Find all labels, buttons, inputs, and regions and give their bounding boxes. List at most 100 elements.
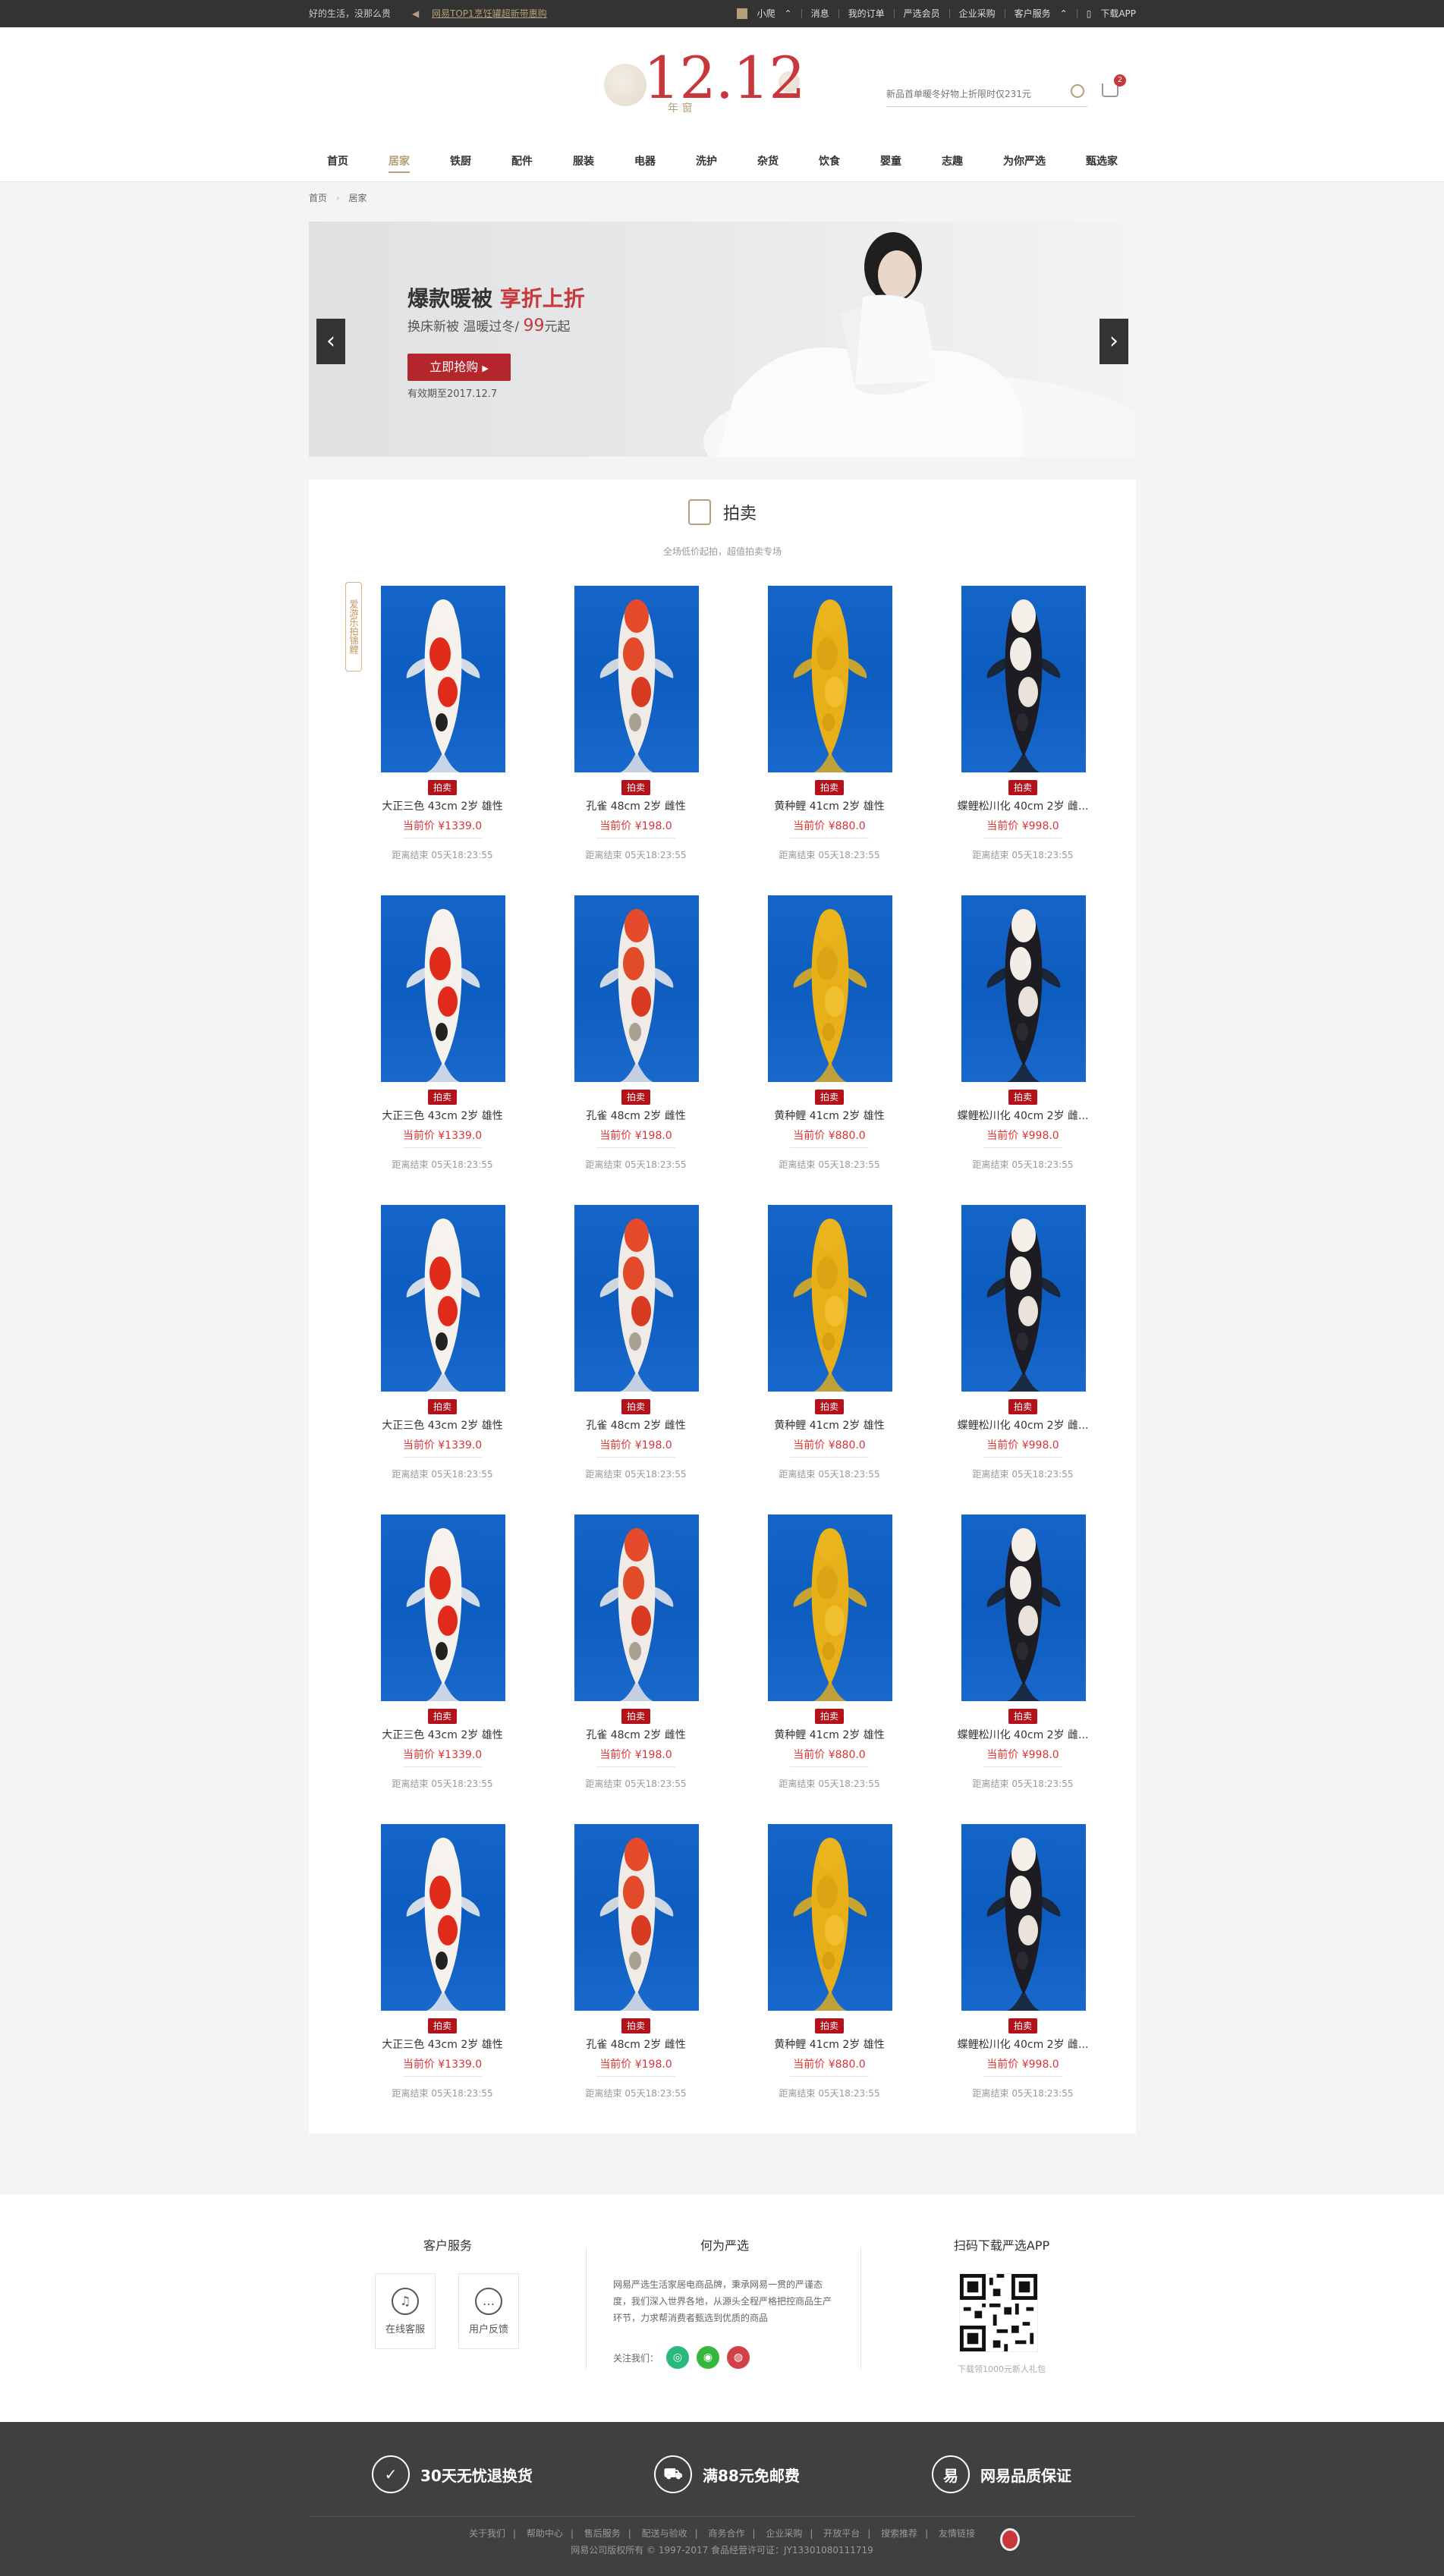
product-name[interactable]: 黄种鲤 41cm 2岁 雄性 <box>746 1727 913 1742</box>
product-name[interactable]: 大正三色 43cm 2岁 雄性 <box>359 1108 526 1123</box>
product-image[interactable] <box>574 895 699 1082</box>
nav-item-electronics[interactable]: 电器 <box>634 141 656 182</box>
product-name[interactable]: 孔雀 48cm 2岁 雌性 <box>552 798 719 813</box>
product-image[interactable] <box>381 586 505 772</box>
footer-link-enterprise[interactable]: 企业采购 <box>766 2528 802 2539</box>
product-name[interactable]: 孔雀 48cm 2岁 雌性 <box>552 1417 719 1433</box>
banner-next-button[interactable]: › <box>1100 319 1128 364</box>
nav-item-accessories[interactable]: 配件 <box>511 141 533 182</box>
product-card[interactable]: 拍卖 蝶鲤松川化 40cm 2岁 雌... 当前价 ¥998.0 距离结束 05天18… <box>939 1205 1106 1508</box>
product-card[interactable]: 拍卖 黄种鲤 41cm 2岁 雄性 当前价 ¥880.0 距离结束 05天18:23:… <box>746 1205 913 1508</box>
footer-link-open[interactable]: 开放平台 <box>823 2528 860 2539</box>
nav-item-baby[interactable]: 婴童 <box>880 141 901 182</box>
product-image[interactable] <box>381 1205 505 1392</box>
nav-item-kitchen[interactable]: 铁厨 <box>450 141 471 182</box>
product-image[interactable] <box>574 1205 699 1392</box>
product-image[interactable] <box>961 1205 1086 1392</box>
nav-item-home[interactable]: 首页 <box>327 141 348 182</box>
product-name[interactable]: 黄种鲤 41cm 2岁 雄性 <box>746 1417 913 1433</box>
topbar-link-user[interactable]: 小爬 <box>757 0 775 27</box>
notice-link[interactable]: 网易TOP1烹饪罐超新带惠购 <box>432 0 547 27</box>
wechat-icon[interactable]: ◉ <box>697 2346 720 2369</box>
product-name[interactable]: 大正三色 43cm 2岁 雄性 <box>359 798 526 813</box>
breadcrumb-home[interactable]: 首页 <box>309 193 327 203</box>
product-name[interactable]: 蝶鲤松川化 40cm 2岁 雌... <box>939 1417 1106 1433</box>
nav-item-hobby[interactable]: 志趣 <box>942 141 963 182</box>
footer-link-friends[interactable]: 友情链接 <box>939 2528 975 2539</box>
product-image[interactable] <box>381 1824 505 2011</box>
nav-item-selection[interactable]: 甄选家 <box>1086 141 1118 182</box>
product-card[interactable]: 拍卖 大正三色 43cm 2岁 雄性 当前价 ¥1339.0 距离结束 05天18:2… <box>359 1205 526 1508</box>
product-image[interactable] <box>381 1514 505 1701</box>
product-card[interactable]: 拍卖 蝶鲤松川化 40cm 2岁 雌... 当前价 ¥998.0 距离结束 05天18… <box>939 1514 1106 1818</box>
footer-link-aftersale[interactable]: 售后服务 <box>584 2528 621 2539</box>
product-card[interactable]: 拍卖 大正三色 43cm 2岁 雄性 当前价 ¥1339.0 距离结束 05天18:2… <box>359 895 526 1199</box>
product-card[interactable]: 拍卖 黄种鲤 41cm 2岁 雄性 当前价 ¥880.0 距离结束 05天18:23:… <box>746 586 913 889</box>
product-image[interactable] <box>768 1205 892 1392</box>
product-name[interactable]: 大正三色 43cm 2岁 雄性 <box>359 1417 526 1433</box>
topbar-link-enterprise[interactable]: 企业采购 <box>959 0 996 27</box>
product-card[interactable]: 拍卖 大正三色 43cm 2岁 雄性 当前价 ¥1339.0 距离结束 05天18:2… <box>359 586 526 889</box>
product-name[interactable]: 黄种鲤 41cm 2岁 雄性 <box>746 2037 913 2052</box>
nav-item-food[interactable]: 饮食 <box>819 141 840 182</box>
product-card[interactable]: 拍卖 孔雀 48cm 2岁 雌性 当前价 ¥198.0 距离结束 05天18:23:5… <box>552 1514 719 1818</box>
product-name[interactable]: 大正三色 43cm 2岁 雄性 <box>359 1727 526 1742</box>
product-image[interactable] <box>768 1514 892 1701</box>
product-name[interactable]: 黄种鲤 41cm 2岁 雄性 <box>746 798 913 813</box>
product-image[interactable] <box>961 895 1086 1082</box>
product-card[interactable]: 拍卖 孔雀 48cm 2岁 雌性 当前价 ¥198.0 距离结束 05天18:23:5… <box>552 1205 719 1508</box>
yixin-icon[interactable]: ◎ <box>666 2346 690 2369</box>
product-card[interactable]: 拍卖 黄种鲤 41cm 2岁 雄性 当前价 ¥880.0 距离结束 05天18:23:… <box>746 895 913 1199</box>
product-card[interactable]: 拍卖 大正三色 43cm 2岁 雄性 当前价 ¥1339.0 距离结束 05天18:2… <box>359 1824 526 2128</box>
product-image[interactable] <box>768 1824 892 2011</box>
topbar-link-member[interactable]: 严选会员 <box>904 0 940 27</box>
product-image[interactable] <box>768 895 892 1082</box>
product-card[interactable]: 拍卖 蝶鲤松川化 40cm 2岁 雌... 当前价 ¥998.0 距离结束 05天18… <box>939 586 1106 889</box>
weibo-icon[interactable]: ◍ <box>727 2346 750 2369</box>
product-name[interactable]: 孔雀 48cm 2岁 雌性 <box>552 1108 719 1123</box>
footer-link-delivery[interactable]: 配送与验收 <box>642 2528 687 2539</box>
footer-link-about[interactable]: 关于我们 <box>469 2528 505 2539</box>
topbar-link-messages[interactable]: 消息 <box>811 0 829 27</box>
banner-prev-button[interactable]: ‹ <box>316 319 345 364</box>
product-image[interactable] <box>574 1514 699 1701</box>
product-image[interactable] <box>961 586 1086 772</box>
product-card[interactable]: 拍卖 孔雀 48cm 2岁 雌性 当前价 ¥198.0 距离结束 05天18:23:5… <box>552 895 719 1199</box>
product-name[interactable]: 大正三色 43cm 2岁 雄性 <box>359 2037 526 2052</box>
footer-link-business[interactable]: 商务合作 <box>708 2528 744 2539</box>
topbar-link-app[interactable]: 下载APP <box>1100 0 1136 27</box>
topbar-link-service[interactable]: 客户服务 <box>1015 0 1051 27</box>
product-name[interactable]: 蝶鲤松川化 40cm 2岁 雌... <box>939 798 1106 813</box>
topbar-link-orders[interactable]: 我的订单 <box>848 0 885 27</box>
product-card[interactable]: 拍卖 蝶鲤松川化 40cm 2岁 雌... 当前价 ¥998.0 距离结束 05天18… <box>939 895 1106 1199</box>
product-image[interactable] <box>961 1824 1086 2011</box>
feedback-button[interactable]: … 用户反馈 <box>458 2273 519 2349</box>
product-name[interactable]: 孔雀 48cm 2岁 雌性 <box>552 1727 719 1742</box>
product-name[interactable]: 蝶鲤松川化 40cm 2岁 雌... <box>939 1727 1106 1742</box>
product-name[interactable]: 黄种鲤 41cm 2岁 雄性 <box>746 1108 913 1123</box>
product-image[interactable] <box>574 1824 699 2011</box>
buy-now-button[interactable]: 立即抢购 ▶ <box>407 354 511 381</box>
product-name[interactable]: 蝶鲤松川化 40cm 2岁 雌... <box>939 2037 1106 2052</box>
product-image[interactable] <box>768 586 892 772</box>
nav-item-for-you[interactable]: 为你严选 <box>1003 141 1046 182</box>
nav-item-misc[interactable]: 杂货 <box>757 141 779 182</box>
product-card[interactable]: 拍卖 孔雀 48cm 2岁 雌性 当前价 ¥198.0 距离结束 05天18:23:5… <box>552 586 719 889</box>
product-name[interactable]: 孔雀 48cm 2岁 雌性 <box>552 2037 719 2052</box>
footer-link-help[interactable]: 帮助中心 <box>527 2528 563 2539</box>
product-name[interactable]: 蝶鲤松川化 40cm 2岁 雌... <box>939 1108 1106 1123</box>
product-image[interactable] <box>961 1514 1086 1701</box>
online-service-button[interactable]: ♫ 在线客服 <box>375 2273 436 2349</box>
promo-banner[interactable]: ‹ › 爆款暖被 享折上折 换床新被 温暖过冬/ 99元起 立即抢购 ▶ 有效期… <box>309 222 1136 457</box>
product-card[interactable]: 拍卖 孔雀 48cm 2岁 雌性 当前价 ¥198.0 距离结束 05天18:23:5… <box>552 1824 719 2128</box>
search-input[interactable] <box>886 83 1061 105</box>
nav-item-clothing[interactable]: 服装 <box>573 141 594 182</box>
search-icon[interactable] <box>1071 84 1084 98</box>
nav-item-care[interactable]: 洗护 <box>696 141 717 182</box>
product-image[interactable] <box>381 895 505 1082</box>
product-card[interactable]: 拍卖 黄种鲤 41cm 2岁 雄性 当前价 ¥880.0 距离结束 05天18:23:… <box>746 1824 913 2128</box>
product-card[interactable]: 拍卖 大正三色 43cm 2岁 雄性 当前价 ¥1339.0 距离结束 05天18:2… <box>359 1514 526 1818</box>
product-image[interactable] <box>574 586 699 772</box>
product-card[interactable]: 拍卖 黄种鲤 41cm 2岁 雄性 当前价 ¥880.0 距离结束 05天18:23:… <box>746 1514 913 1818</box>
nav-item-home-living[interactable]: 居家 <box>389 141 410 182</box>
